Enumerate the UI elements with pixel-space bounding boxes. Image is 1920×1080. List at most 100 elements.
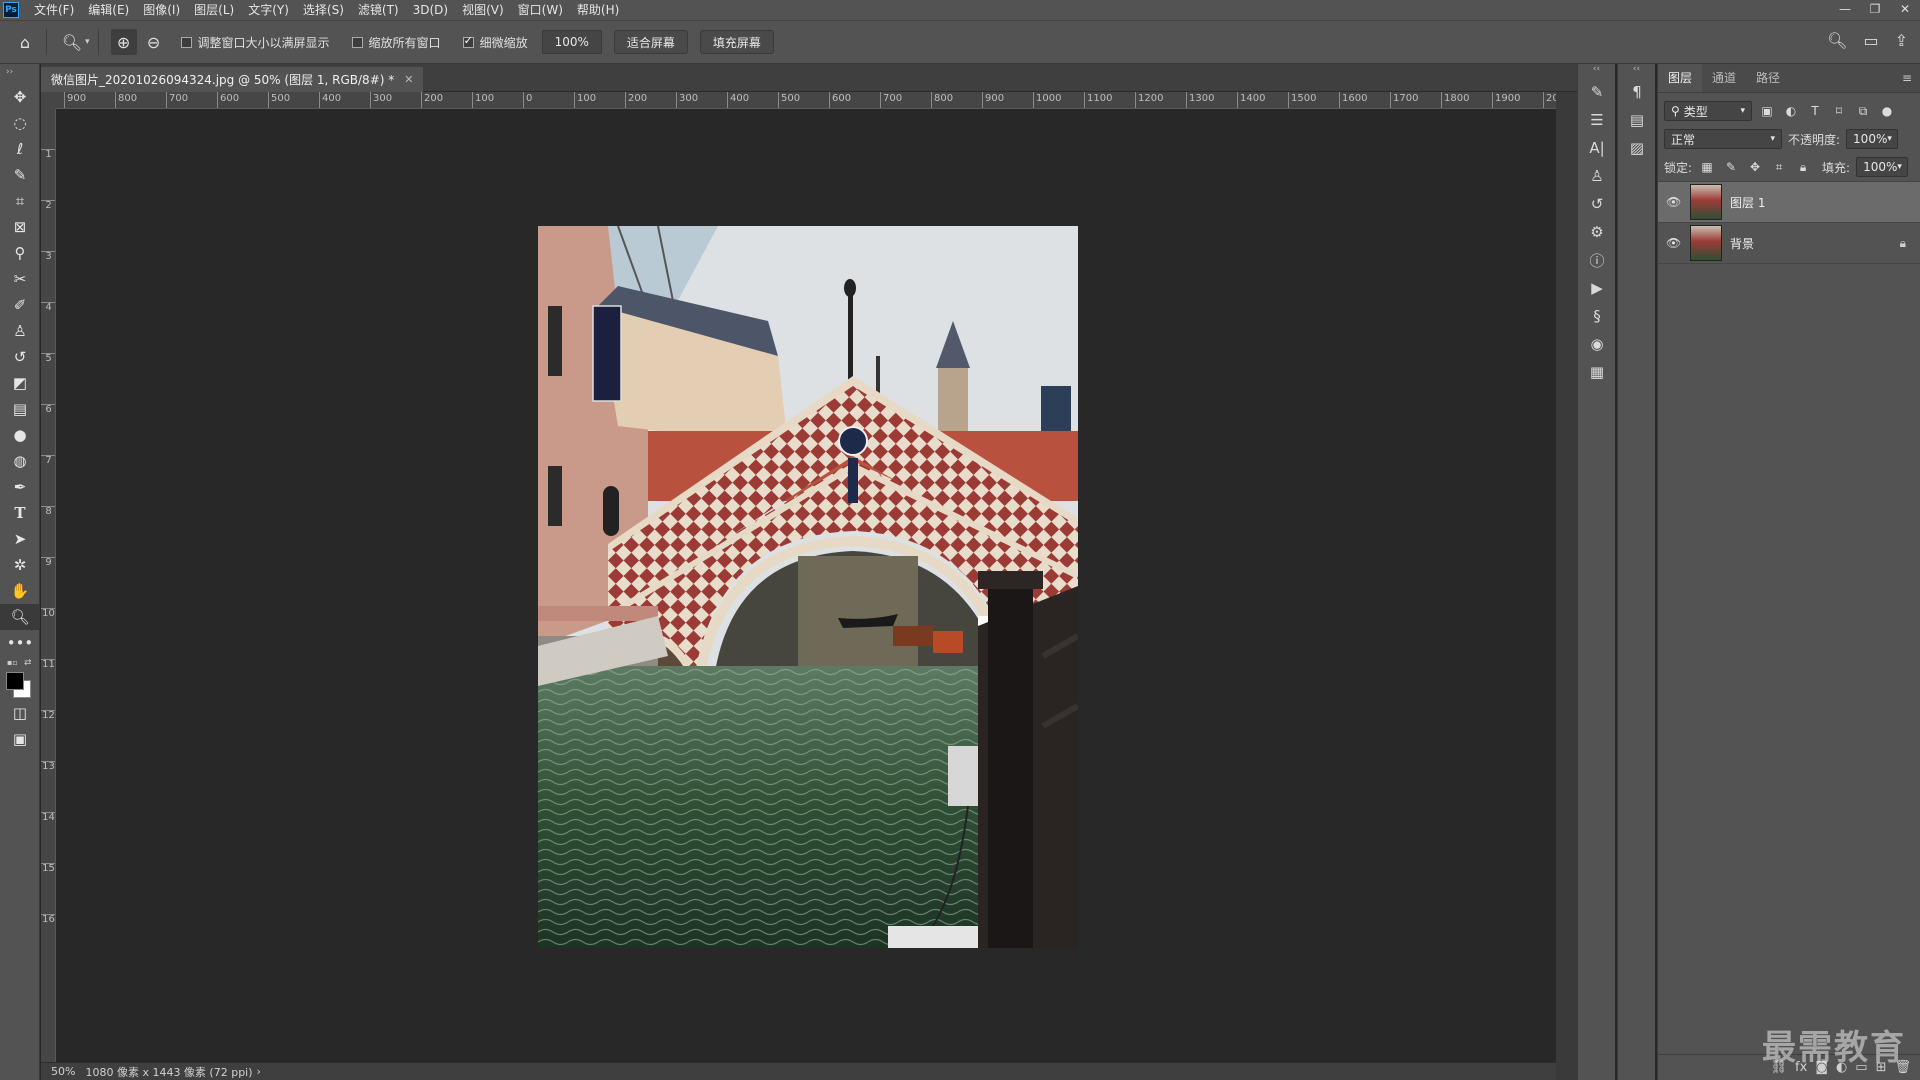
zoom-level[interactable]: 50% — [51, 1065, 75, 1078]
menu-file[interactable]: 文件(F) — [27, 0, 81, 20]
pen-tool-icon[interactable]: ✒ — [0, 474, 40, 500]
visibility-eye-icon[interactable]: 👁︎ — [1666, 195, 1686, 209]
restore-icon[interactable]: ❐ — [1860, 0, 1890, 20]
3d-icon[interactable]: ◉ — [1578, 330, 1616, 358]
menu-view[interactable]: 视图(V) — [455, 0, 511, 20]
checkbox-icon[interactable] — [351, 36, 363, 48]
quick-mask-icon[interactable]: ◫ — [0, 700, 40, 726]
minimize-icon[interactable]: — — [1830, 0, 1860, 20]
history-brush-tool-icon[interactable]: ↺ — [0, 344, 40, 370]
collapse-icon[interactable]: ‹‹ — [1618, 64, 1655, 78]
path-selection-tool-icon[interactable]: ➤ — [0, 526, 40, 552]
tab-paths[interactable]: 路径 — [1746, 64, 1790, 92]
adjustments-icon[interactable]: ☰ — [1578, 106, 1616, 134]
collapse-icon[interactable]: ‹‹ — [1578, 64, 1615, 78]
layer-row[interactable]: 👁︎ 背景 🔒︎ — [1658, 223, 1920, 264]
paragraph-icon[interactable]: ¶ — [1618, 78, 1656, 106]
dodge-tool-icon[interactable]: ◍ — [0, 448, 40, 474]
hand-tool-icon[interactable]: ✋ — [0, 578, 40, 604]
close-tab-icon[interactable]: ✕ — [404, 73, 413, 86]
workspace-icon[interactable]: ▭ — [1863, 31, 1878, 50]
layer-row[interactable]: 👁︎ 图层 1 — [1658, 182, 1920, 223]
lock-pixels-icon[interactable]: ✎ — [1722, 160, 1740, 174]
lock-transparency-icon[interactable]: ▦ — [1698, 160, 1716, 174]
filter-pixel-icon[interactable]: ▣ — [1758, 104, 1776, 118]
brush-tool-icon[interactable]: ✐ — [0, 292, 40, 318]
styles-icon[interactable]: § — [1578, 302, 1616, 330]
marquee-tool-icon[interactable]: ◌ — [0, 110, 40, 136]
menu-select[interactable]: 选择(S) — [296, 0, 351, 20]
libraries-icon[interactable]: ▤ — [1618, 106, 1656, 134]
home-icon[interactable]: ⌂ — [12, 29, 38, 55]
eraser-tool-icon[interactable]: ◩ — [0, 370, 40, 396]
menu-image[interactable]: 图像(I) — [136, 0, 187, 20]
zoom-tool-icon[interactable]: 🔍︎ — [0, 604, 40, 630]
vertical-scrollbar[interactable] — [1556, 92, 1577, 1080]
healing-brush-tool-icon[interactable]: ✂ — [0, 266, 40, 292]
eyedropper-tool-icon[interactable]: ⚲ — [0, 240, 40, 266]
gradient-tool-icon[interactable]: ▤ — [0, 396, 40, 422]
fill-input[interactable]: 100% ▾ — [1856, 157, 1909, 177]
lock-artboard-icon[interactable]: ⌗ — [1770, 160, 1788, 175]
checkbox-icon[interactable] — [180, 36, 192, 48]
foreground-color-swatch[interactable] — [6, 672, 24, 690]
menu-help[interactable]: 帮助(H) — [570, 0, 626, 20]
layer-filter-dropdown[interactable]: ⚲ 类型 ▾ — [1664, 101, 1752, 121]
quick-selection-tool-icon[interactable]: ✎ — [0, 162, 40, 188]
menu-layer[interactable]: 图层(L) — [187, 0, 241, 20]
visibility-eye-icon[interactable]: 👁︎ — [1666, 236, 1686, 250]
lock-all-icon[interactable]: 🔒︎ — [1794, 160, 1812, 175]
vertical-ruler[interactable]: 1 2 3 4 5 6 7 8 9 10 11 12 13 14 15 16 — [41, 109, 56, 1062]
zoom-all-windows-checkbox[interactable]: 缩放所有窗口 — [351, 34, 441, 51]
resize-windows-checkbox[interactable]: 调整窗口大小以满屏显示 — [180, 34, 330, 51]
move-tool-icon[interactable]: ✥ — [0, 84, 40, 110]
shape-tool-icon[interactable]: ✲ — [0, 552, 40, 578]
menu-window[interactable]: 窗口(W) — [511, 0, 570, 20]
info-icon[interactable]: ⓘ — [1578, 246, 1616, 274]
layer-name[interactable]: 图层 1 — [1730, 194, 1920, 211]
menu-filter[interactable]: 滤镜(T) — [351, 0, 406, 20]
document-image[interactable] — [538, 226, 1078, 948]
status-menu-arrow[interactable]: › — [257, 1065, 261, 1078]
checkbox-icon[interactable] — [462, 34, 474, 48]
fill-screen-button[interactable]: 填充屏幕 — [699, 30, 774, 54]
type-tool-icon[interactable]: T — [0, 500, 40, 526]
properties-icon[interactable]: ⚙ — [1578, 218, 1616, 246]
crop-tool-icon[interactable]: ⌗ — [0, 188, 40, 214]
menu-edit[interactable]: 编辑(E) — [81, 0, 136, 20]
filter-smart-object-icon[interactable]: ⧉ — [1854, 104, 1872, 119]
blur-tool-icon[interactable]: ● — [0, 422, 40, 448]
opacity-input[interactable]: 100% ▾ — [1846, 129, 1899, 149]
filter-type-icon[interactable]: T — [1806, 104, 1824, 118]
filter-adjustment-icon[interactable]: ◐ — [1782, 104, 1800, 118]
character-icon[interactable]: A| — [1578, 134, 1616, 162]
fit-screen-button[interactable]: 适合屏幕 — [613, 30, 688, 54]
zoom-tool-preset-icon[interactable]: 🔍︎ — [59, 29, 85, 55]
panel-menu-icon[interactable]: ≡ — [1902, 71, 1912, 85]
brush-settings-icon[interactable]: ✎ — [1578, 78, 1616, 106]
zoom-100-button[interactable]: 100% — [541, 30, 602, 54]
zoom-in-icon[interactable]: ⊕ — [110, 29, 137, 55]
close-icon[interactable]: ✕ — [1890, 0, 1920, 20]
more-tools-icon[interactable]: ••• — [0, 630, 40, 656]
document-tab[interactable]: 微信图片_20201026094324.jpg @ 50% (图层 1, RGB… — [41, 67, 424, 92]
tab-layers[interactable]: 图层 — [1658, 64, 1703, 92]
screen-mode-icon[interactable]: ▣ — [0, 726, 40, 752]
actions-icon[interactable]: ▶ — [1578, 274, 1616, 302]
frame-tool-icon[interactable]: ⊠ — [0, 214, 40, 240]
share-icon[interactable]: ⇪ — [1895, 31, 1908, 50]
layer-name[interactable]: 背景 — [1730, 235, 1900, 252]
table-icon[interactable]: ▦ — [1578, 358, 1616, 386]
scrubby-zoom-checkbox[interactable]: 细微缩放 — [462, 34, 528, 51]
chevron-down-icon[interactable]: ▾ — [85, 37, 90, 47]
menu-3d[interactable]: 3D(D) — [406, 0, 455, 20]
default-colors-icon[interactable]: ▪▫ — [7, 658, 18, 667]
notes-icon[interactable]: ▨ — [1618, 134, 1656, 162]
blend-mode-dropdown[interactable]: 正常 ▾ — [1664, 129, 1782, 149]
swap-colors-icon[interactable]: ⇄ — [24, 658, 32, 668]
horizontal-ruler[interactable]: 900 800 700 600 500 400 300 200 100 0 100 200 300 400… — [56, 92, 1556, 109]
zoom-out-icon[interactable]: ⊖ — [141, 29, 167, 55]
history-icon[interactable]: ↺ — [1578, 190, 1616, 218]
filter-shape-icon[interactable]: ⌑ — [1830, 104, 1848, 118]
clone-stamp-tool-icon[interactable]: ♙ — [0, 318, 40, 344]
